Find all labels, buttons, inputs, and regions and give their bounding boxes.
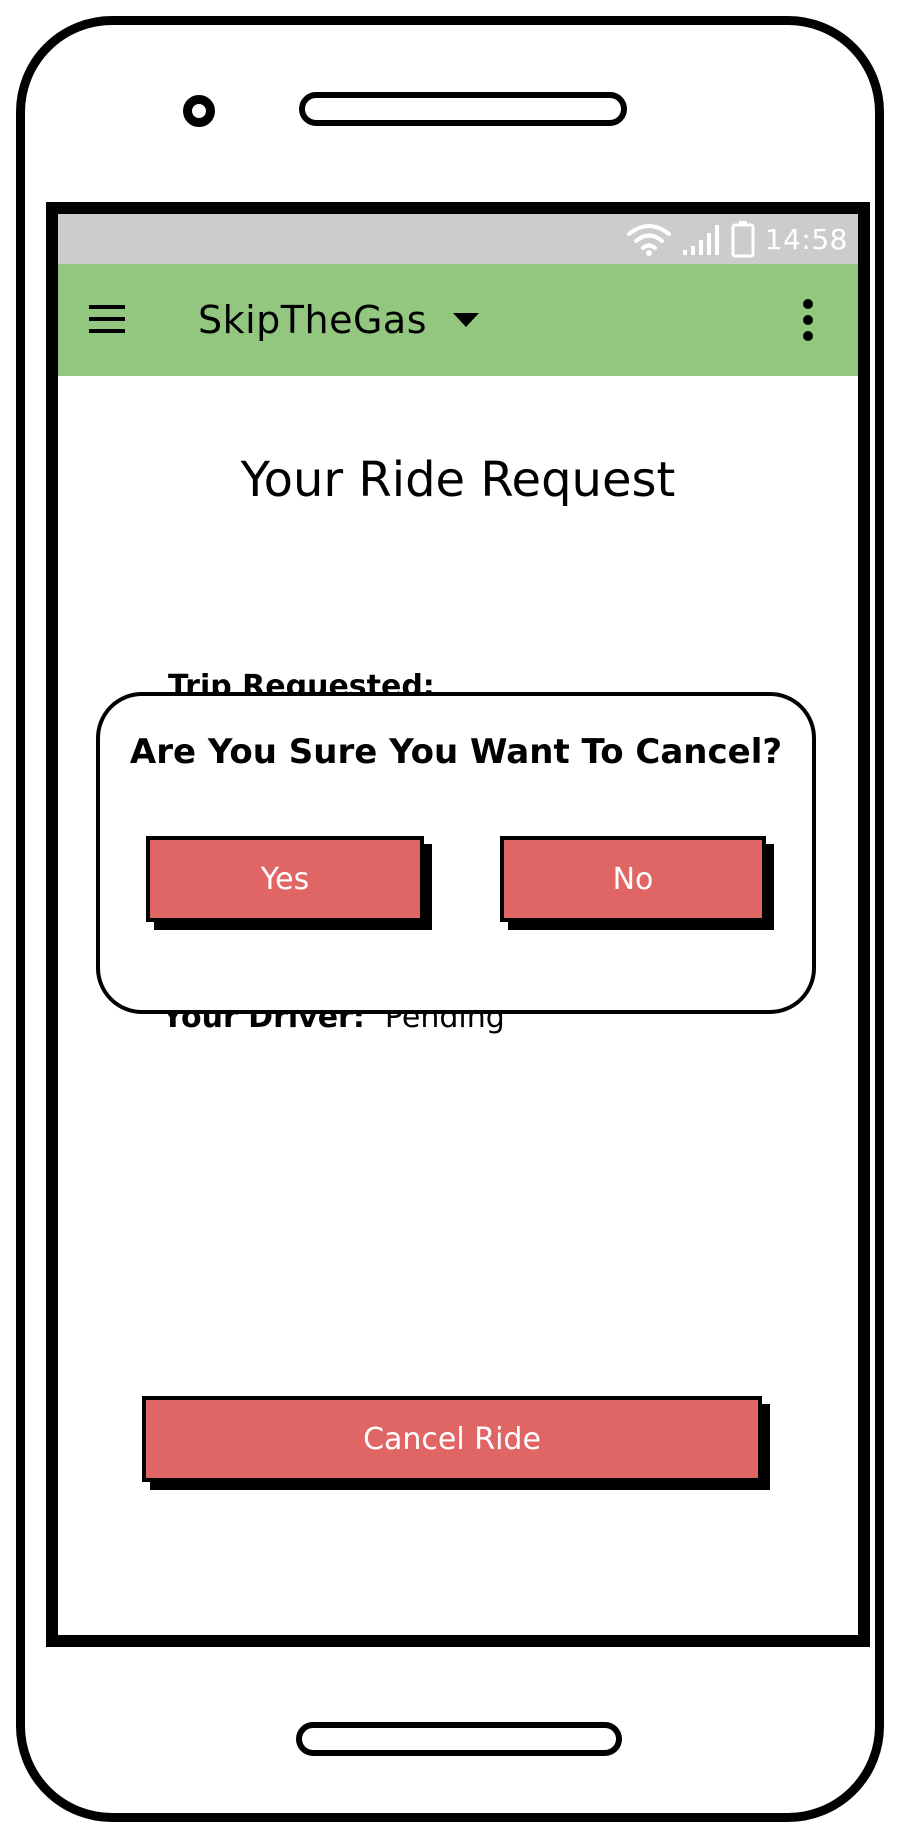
home-button[interactable]	[296, 1722, 622, 1756]
app-bar: SkipTheGas	[58, 264, 858, 376]
status-icons: 14:58	[626, 214, 848, 264]
speaker-grille	[299, 92, 627, 126]
cancel-ride-button[interactable]: Cancel Ride	[142, 1396, 762, 1482]
app-title-dropdown[interactable]: SkipTheGas	[198, 294, 480, 346]
status-bar: 14:58	[58, 214, 858, 264]
status-time: 14:58	[764, 222, 848, 256]
cancel-confirmation-dialog: Are You Sure You Want To Cancel? Yes No	[96, 692, 816, 1014]
app-title: SkipTheGas	[198, 298, 428, 342]
yes-button[interactable]: Yes	[146, 836, 424, 922]
menu-icon[interactable]	[88, 302, 126, 336]
page-title: Your Ride Request	[240, 452, 676, 508]
overflow-menu-icon[interactable]	[802, 298, 814, 342]
wifi-icon	[626, 224, 671, 256]
no-button[interactable]: No	[500, 836, 766, 922]
battery-icon	[731, 221, 755, 258]
dialog-title: Are You Sure You Want To Cancel?	[129, 732, 783, 772]
phone-screen: 14:58 SkipTheGas Your Ride Request Trip …	[46, 202, 870, 1647]
chevron-down-icon	[453, 313, 480, 327]
front-camera	[183, 95, 215, 127]
signal-icon	[682, 225, 719, 255]
